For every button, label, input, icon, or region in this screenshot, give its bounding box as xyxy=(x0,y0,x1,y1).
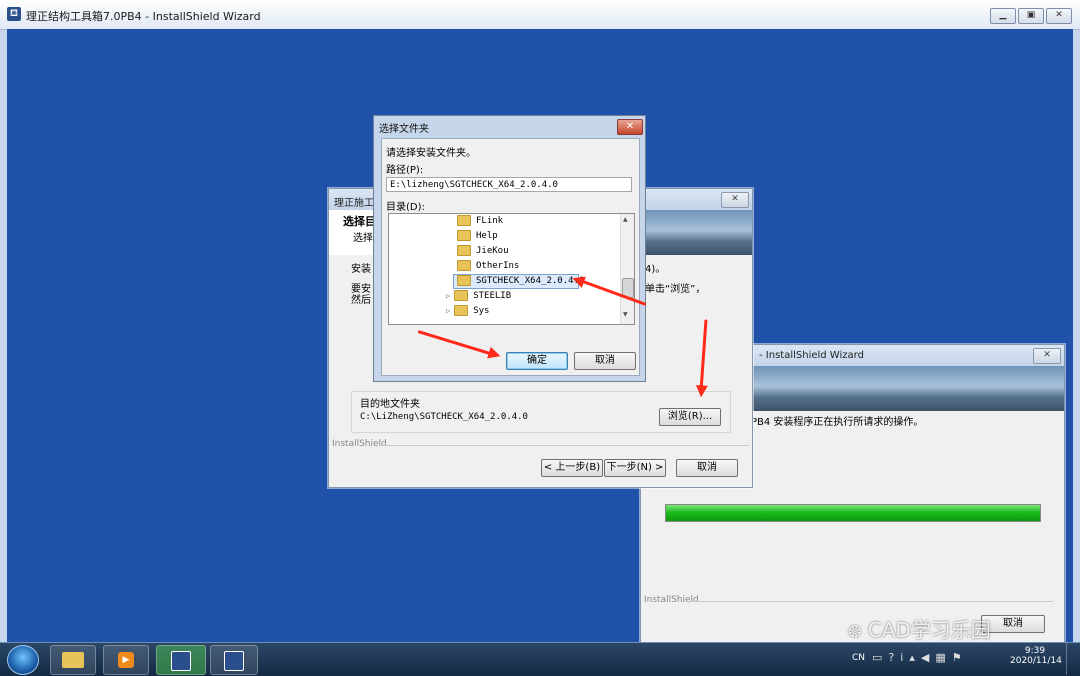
wizard-brand-label: InstallShield xyxy=(332,439,387,449)
directory-label: 目录(D): xyxy=(386,202,425,213)
watermark: ❂ CAD学习乐园 xyxy=(848,614,991,643)
progress-brand-label: InstallShield xyxy=(644,595,699,605)
folder-icon xyxy=(454,290,469,301)
wizard-body-line2b: 然后 xyxy=(351,295,371,306)
destination-path: C:\LiZheng\SGTCHECK_X64_2.0.4.0 xyxy=(360,412,528,422)
expand-arrow-icon[interactable]: ▷ xyxy=(446,292,450,300)
wizard-title: 理正施工 xyxy=(334,198,374,209)
chevron-up-icon[interactable]: ▴ xyxy=(909,651,921,664)
folder-dialog-title: 选择文件夹 xyxy=(379,124,429,135)
folder-dialog-cancel-button[interactable]: 取消 xyxy=(574,352,636,370)
wizard-close-button[interactable]: ✕ xyxy=(721,192,749,208)
tree-item-label: FLink xyxy=(476,216,504,226)
tree-item[interactable]: OtherIns xyxy=(389,259,619,274)
help-icon[interactable]: ? xyxy=(888,651,900,664)
tray-language[interactable]: CN xyxy=(852,653,865,663)
tree-item-label: OtherIns xyxy=(476,261,520,271)
progress-status-text: PB4 安装程序正在执行所请求的操作。 xyxy=(751,417,924,428)
tree-item-label: STEELIB xyxy=(473,291,512,301)
close-button[interactable]: ✕ xyxy=(1046,8,1072,24)
wizard-cancel-button[interactable]: 取消 xyxy=(676,459,738,477)
destination-group-label: 目的地文件夹 xyxy=(360,399,420,410)
show-desktop-button[interactable] xyxy=(1066,643,1079,675)
scroll-down-icon[interactable]: ▼ xyxy=(623,311,628,318)
installer-icon xyxy=(224,651,244,671)
scroll-up-icon[interactable]: ▲ xyxy=(623,216,628,223)
folder-icon xyxy=(457,230,471,241)
path-input[interactable]: E:\lizheng\SGTCHECK_X64_2.0.4.0 xyxy=(386,177,632,192)
play-icon: ▶ xyxy=(118,652,134,668)
destination-group: 目的地文件夹 C:\LiZheng\SGTCHECK_X64_2.0.4.0 浏… xyxy=(351,391,731,433)
clock[interactable]: 9:39 2020/11/14 xyxy=(1010,646,1062,666)
tree-scrollbar[interactable]: ▲ ▼ xyxy=(620,214,634,324)
wizard-banner-image xyxy=(645,210,752,255)
tree-item-label: Help xyxy=(476,231,498,241)
watermark-text: CAD学习乐园 xyxy=(867,618,991,642)
expand-arrow-icon[interactable]: ▷ xyxy=(446,307,450,315)
wizard-body-line1-tail: 4)。 xyxy=(645,264,666,275)
back-button[interactable]: < 上一步(B) xyxy=(541,459,603,477)
wizard-separator xyxy=(381,445,749,446)
installer-icon xyxy=(171,651,191,671)
folder-dialog-body: 请选择安装文件夹。 路径(P): E:\lizheng\SGTCHECK_X64… xyxy=(381,138,640,376)
tree-item[interactable]: FLink xyxy=(389,214,619,229)
folder-icon xyxy=(62,652,84,668)
ok-button[interactable]: 确定 xyxy=(506,352,568,370)
progress-window-close-button[interactable]: ✕ xyxy=(1033,348,1061,364)
browse-button[interactable]: 浏览(R)... xyxy=(659,408,721,426)
volume-icon[interactable]: ◀ xyxy=(921,651,935,664)
progress-window-title: - InstallShield Wizard xyxy=(759,350,864,361)
wizard-body-line2-tail: 单击“浏览”， xyxy=(645,284,706,295)
taskbar-installer-button[interactable] xyxy=(210,645,258,675)
network-icon[interactable]: ▦ xyxy=(935,651,951,664)
wizard-heading: 选择目 xyxy=(343,215,376,228)
taskbar-media-player-button[interactable]: ▶ xyxy=(103,645,149,675)
tree-item-label: JieKou xyxy=(476,246,509,256)
clock-time: 9:39 xyxy=(1024,646,1046,656)
folder-icon xyxy=(457,245,471,256)
wizard-subheading: 选择 xyxy=(353,233,373,244)
info-icon[interactable]: i xyxy=(900,651,909,664)
progress-bar xyxy=(665,504,1041,522)
main-window-titlebar[interactable]: ⛾ 理正结构工具箱7.0PB4 - InstallShield Wizard ▁… xyxy=(0,0,1080,30)
app-icon: ⛾ xyxy=(7,7,21,21)
progress-bar-fill xyxy=(666,505,1040,521)
start-button[interactable] xyxy=(7,645,39,675)
folder-icon xyxy=(457,275,471,286)
folder-icon xyxy=(454,305,469,316)
tray-icons[interactable]: ▭?i▴◀▦⚑ xyxy=(872,651,968,664)
next-button[interactable]: 下一步(N) > xyxy=(604,459,666,477)
folder-icon xyxy=(457,215,471,226)
tree-item[interactable]: Help xyxy=(389,229,619,244)
folder-dialog: 选择文件夹 ✕ 请选择安装文件夹。 路径(P): E:\lizheng\SGTC… xyxy=(373,115,646,382)
tree-item-label: SGTCHECK_X64_2.0.4.0 xyxy=(476,276,585,286)
folder-dialog-close-button[interactable]: ✕ xyxy=(617,119,643,135)
taskbar-explorer-button[interactable] xyxy=(50,645,96,675)
wechat-icon: ❂ xyxy=(848,622,862,641)
tree-item-label: Sys xyxy=(473,306,490,316)
taskbar: ▶ CN ▭?i▴◀▦⚑ 9:39 2020/11/14 xyxy=(0,642,1080,676)
main-window-title: 理正结构工具箱7.0PB4 - InstallShield Wizard xyxy=(26,10,261,23)
keyboard-icon[interactable]: ▭ xyxy=(872,651,888,664)
minimize-button[interactable]: ▁ xyxy=(990,8,1016,24)
directory-tree[interactable]: FLink Help JieKou OtherIns SGTCHECK_X64_… xyxy=(388,213,635,325)
folder-icon xyxy=(457,260,471,271)
action-center-icon[interactable]: ⚑ xyxy=(952,651,968,664)
wizard-body-line1: 安装 xyxy=(351,264,371,275)
path-label: 路径(P): xyxy=(386,165,424,176)
progress-separator xyxy=(693,601,1053,602)
tree-item[interactable]: ▷ STEELIB xyxy=(389,289,619,304)
taskbar-installer-button-active[interactable] xyxy=(156,645,206,675)
folder-dialog-prompt: 请选择安装文件夹。 xyxy=(386,148,476,159)
clock-date: 2020/11/14 xyxy=(1010,656,1062,666)
restore-button[interactable]: ▣ xyxy=(1018,8,1044,24)
tree-item[interactable]: JieKou xyxy=(389,244,619,259)
tree-item[interactable]: ▷ Sys xyxy=(389,304,619,319)
